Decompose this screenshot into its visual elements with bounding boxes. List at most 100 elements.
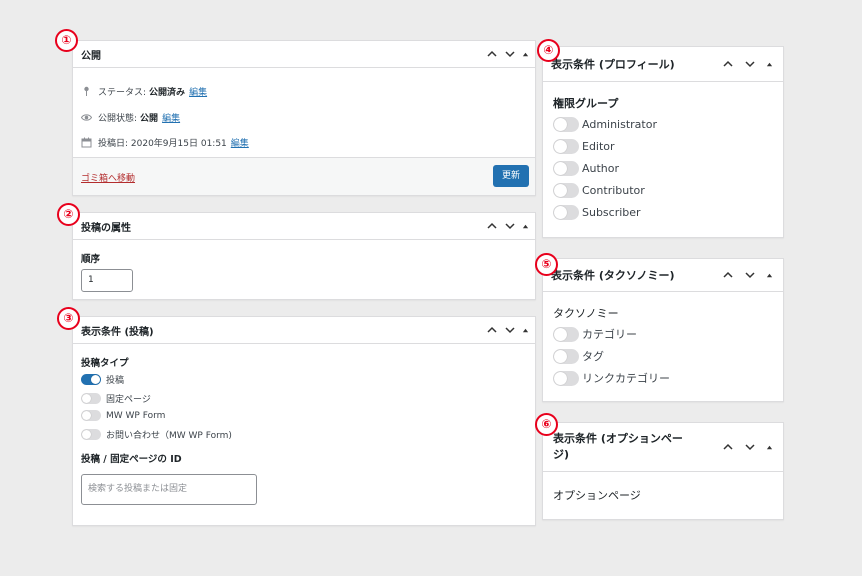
option-condition-box: 表示条件 (オプションペー ジ) オプションページ (542, 422, 784, 520)
role-option-label: Contributor (582, 184, 645, 197)
toggle-switch[interactable] (81, 410, 101, 421)
badge-4: ④ (537, 39, 560, 62)
visibility-value: 公開 (140, 114, 159, 124)
toggle-panel-icon[interactable] (522, 327, 529, 334)
move-up-icon[interactable] (722, 441, 734, 453)
toggle-switch[interactable] (81, 374, 101, 385)
role-option-label: Subscriber (582, 206, 641, 219)
move-up-icon[interactable] (722, 269, 734, 281)
toggle-panel-icon[interactable] (766, 272, 773, 279)
post-condition-box: 表示条件 (投稿) 投稿タイプ 投稿 固定ページ MW WP Form お問い合… (72, 316, 536, 526)
toggle-switch[interactable] (553, 161, 579, 176)
badge-5: ⑤ (535, 253, 558, 276)
pin-icon (81, 86, 92, 97)
attributes-box-header: 投稿の属性 (73, 213, 535, 240)
post-type-option-label: 投稿 (106, 376, 125, 386)
toggle-switch[interactable] (81, 429, 101, 440)
attributes-box: 投稿の属性 順序 1 (72, 212, 536, 300)
toggle-switch[interactable] (553, 326, 579, 342)
badge-1: ① (55, 29, 78, 52)
post-condition-header: 表示条件 (投稿) (73, 317, 535, 344)
post-id-label: 投稿 / 固定ページの ID (81, 454, 182, 465)
toggle-switch[interactable] (553, 183, 579, 198)
publish-box-title: 公開 (81, 50, 101, 62)
date-row: 投稿日: 2020年9月15日 01:51 編集 (81, 136, 249, 149)
calendar-icon (81, 137, 92, 148)
profile-condition-box: 表示条件 (プロフィール) 権限グループ Administrator Edito… (542, 46, 784, 238)
role-option-label: Editor (582, 140, 615, 153)
taxonomy-option-label: リンクカテゴリー (582, 372, 670, 385)
post-type-option[interactable]: お問い合わせ（MW WP Form) (81, 428, 232, 441)
post-type-label: 投稿タイプ (81, 358, 129, 369)
date-label: 投稿日: 2020年9月15日 01:51 (98, 139, 227, 149)
option-condition-title: 表示条件 (オプションペー ジ) (543, 431, 683, 463)
profile-condition-controls (722, 47, 773, 81)
post-type-option[interactable]: 固定ページ (81, 392, 151, 405)
post-type-option-label: 固定ページ (106, 395, 151, 405)
badge-6: ⑥ (535, 413, 558, 436)
role-option[interactable]: Editor (553, 139, 615, 154)
post-search-input[interactable]: 検索する投稿または固定 (81, 474, 257, 505)
toggle-switch[interactable] (553, 370, 579, 386)
role-option[interactable]: Author (553, 161, 619, 176)
taxonomy-option[interactable]: タグ (553, 348, 604, 364)
taxonomy-option[interactable]: リンクカテゴリー (553, 370, 670, 386)
status-label: ステータス: (98, 88, 147, 98)
visibility-edit-link[interactable]: 編集 (162, 111, 180, 124)
toggle-switch[interactable] (553, 205, 579, 220)
move-down-icon[interactable] (504, 220, 516, 232)
toggle-switch[interactable] (553, 348, 579, 364)
attributes-box-controls (486, 213, 529, 239)
trash-link[interactable]: ゴミ箱へ移動 (81, 171, 135, 184)
post-type-option-label: お問い合わせ（MW WP Form) (106, 431, 232, 441)
move-down-icon[interactable] (744, 441, 756, 453)
post-condition-title: 表示条件 (投稿) (81, 326, 154, 338)
move-up-icon[interactable] (486, 220, 498, 232)
toggle-panel-icon[interactable] (522, 223, 529, 230)
post-type-option-label: MW WP Form (106, 410, 166, 421)
role-option[interactable]: Administrator (553, 117, 657, 132)
toggle-switch[interactable] (81, 393, 101, 404)
role-option-label: Author (582, 162, 620, 175)
update-button[interactable]: 更新 (493, 165, 529, 187)
option-condition-title-line2: ジ) (553, 448, 570, 461)
order-label: 順序 (81, 254, 101, 265)
option-condition-header: 表示条件 (オプションペー ジ) (543, 423, 783, 472)
move-down-icon[interactable] (504, 48, 516, 60)
post-condition-controls (486, 317, 529, 343)
eye-icon (81, 112, 92, 123)
taxonomy-group-label: タクソノミー (553, 307, 619, 320)
option-condition-controls (722, 423, 773, 471)
badge-3: ③ (57, 307, 80, 330)
order-input[interactable]: 1 (81, 269, 133, 292)
role-option[interactable]: Contributor (553, 183, 645, 198)
taxonomy-option[interactable]: カテゴリー (553, 326, 637, 342)
post-type-option[interactable]: MW WP Form (81, 410, 165, 421)
publish-actions: ゴミ箱へ移動 更新 (73, 157, 535, 195)
attributes-box-title: 投稿の属性 (81, 222, 131, 234)
role-group-label: 権限グループ (553, 97, 619, 110)
status-row: ステータス: 公開済み 編集 (81, 85, 207, 98)
toggle-switch[interactable] (553, 139, 579, 154)
option-condition-title-line1: 表示条件 (オプションペー (553, 432, 683, 445)
date-edit-link[interactable]: 編集 (231, 136, 249, 149)
role-option[interactable]: Subscriber (553, 205, 641, 220)
move-down-icon[interactable] (504, 324, 516, 336)
move-up-icon[interactable] (486, 48, 498, 60)
status-edit-link[interactable]: 編集 (189, 85, 207, 98)
taxonomy-condition-box: 表示条件 (タクソノミー) タクソノミー カテゴリー タグ リンクカテゴリー (542, 258, 784, 402)
toggle-switch[interactable] (553, 117, 579, 132)
taxonomy-condition-controls (722, 259, 773, 291)
taxonomy-condition-title: 表示条件 (タクソノミー) (551, 269, 675, 282)
move-down-icon[interactable] (744, 58, 756, 70)
status-value: 公開済み (149, 88, 186, 98)
taxonomy-option-label: カテゴリー (582, 328, 637, 341)
post-type-option[interactable]: 投稿 (81, 373, 124, 386)
move-down-icon[interactable] (744, 269, 756, 281)
toggle-panel-icon[interactable] (766, 61, 773, 68)
toggle-panel-icon[interactable] (522, 51, 529, 58)
move-up-icon[interactable] (722, 58, 734, 70)
toggle-panel-icon[interactable] (766, 444, 773, 451)
move-up-icon[interactable] (486, 324, 498, 336)
taxonomy-condition-header: 表示条件 (タクソノミー) (543, 259, 783, 292)
